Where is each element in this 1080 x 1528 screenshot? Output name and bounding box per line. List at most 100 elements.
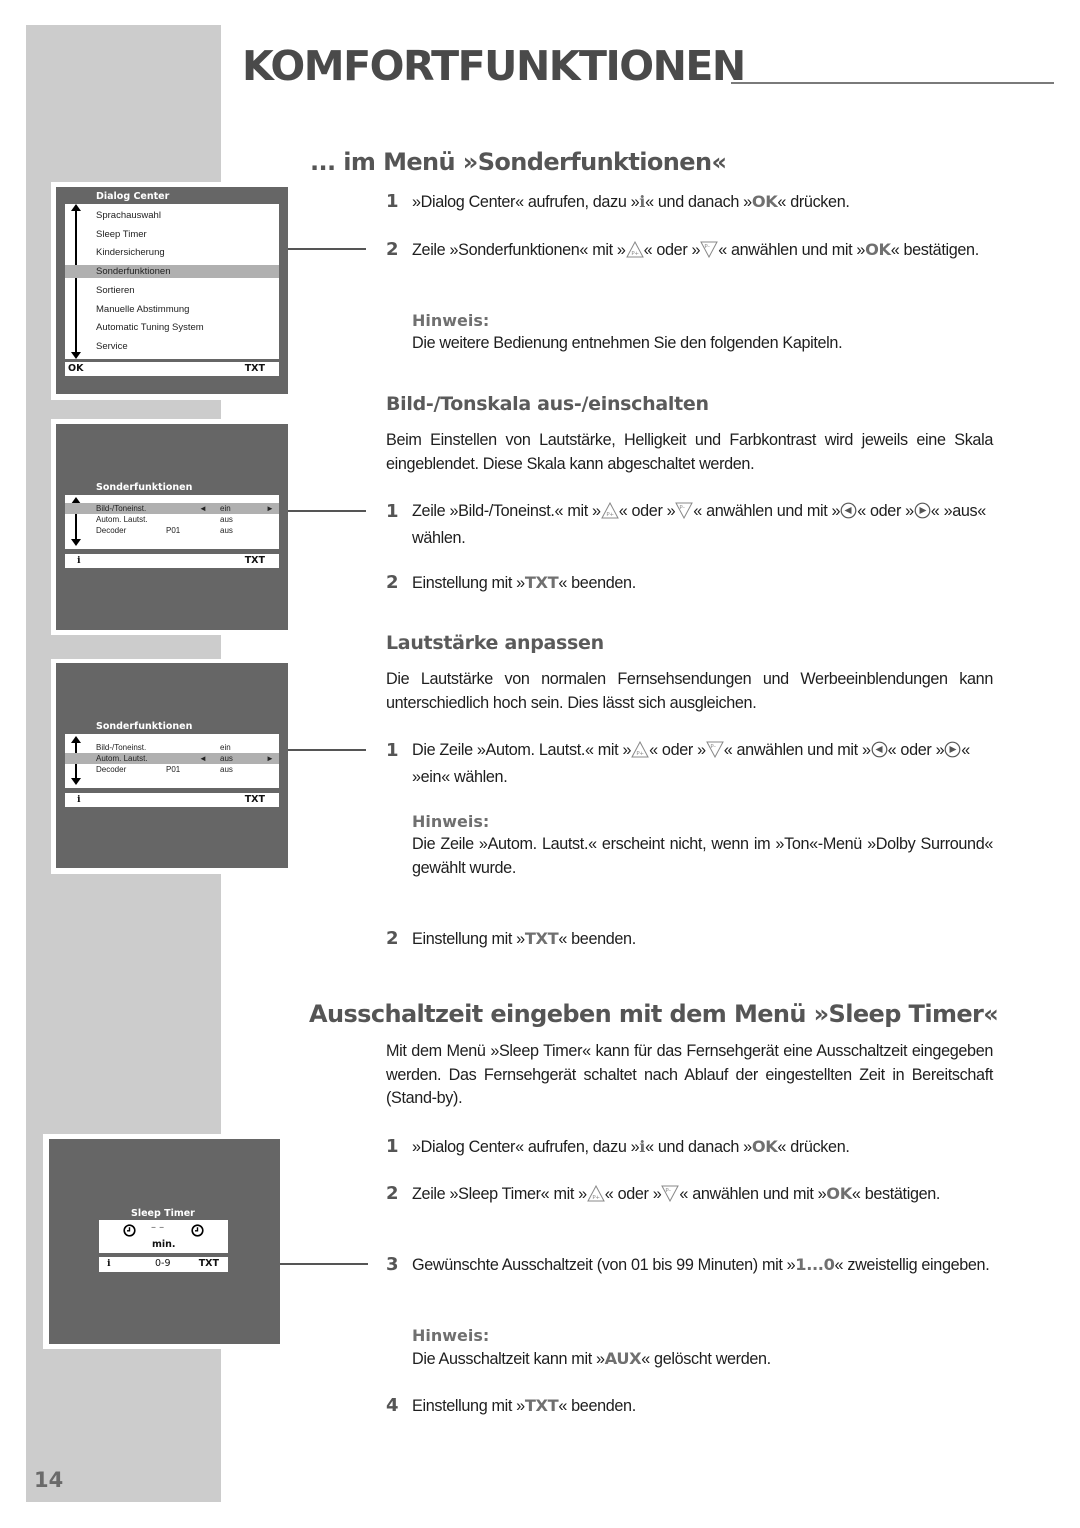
osd-footer: i TXT — [65, 793, 279, 807]
settings-row[interactable]: Bild-/Toneinst. ein — [65, 742, 279, 753]
p-minus-icon: P– — [705, 741, 724, 766]
menu-item-label: Kindersicherung — [96, 247, 165, 259]
svg-text:P+: P+ — [637, 751, 645, 757]
p-plus-icon: P+ — [625, 240, 644, 266]
settings-row[interactable]: Decoder P01 aus — [65, 525, 279, 536]
menu-item-label: Automatic Tuning System — [96, 322, 204, 334]
arrow-left-icon: ◄ — [199, 754, 207, 763]
page-title: KOMFORTFUNKTIONEN — [242, 42, 746, 90]
text-run: Zeile »Sonderfunktionen« mit » — [412, 241, 626, 259]
step-4: 4 Einstellung mit »TXT« beenden. — [386, 1394, 993, 1419]
tv-screen-sonder-1: Sonderfunktionen Bild-/Toneinst. ein ◄ ► Aut… — [56, 424, 288, 630]
settings-row[interactable]: Decoder P01 aus — [65, 764, 279, 775]
settings-row[interactable]: Autom. Lautst. aus — [65, 514, 279, 525]
menu-item[interactable]: Sprachauswahl — [65, 209, 279, 222]
menu-item[interactable]: Automatic Tuning System — [65, 321, 279, 334]
txt-key-label: TXT — [244, 363, 265, 374]
menu-item-label: Manuelle Abstimmung — [96, 303, 190, 315]
text-run: Einstellung mit » — [412, 574, 525, 592]
p-plus-icon: P+ — [600, 501, 619, 527]
step-text: »Dialog Center« aufrufen, dazu »i« und d… — [412, 190, 993, 215]
step-number: 1 — [386, 1136, 399, 1157]
menu-item-label: Sonderfunktionen — [96, 266, 171, 278]
section-heading-sleep-timer: Ausschaltzeit eingeben mit dem Menü »Sle… — [309, 1000, 999, 1028]
settings-row[interactable]: Bild-/Toneinst. ein ◄ ► — [65, 503, 279, 514]
osd-footer: i TXT — [65, 554, 279, 568]
clock-icon — [191, 1224, 204, 1237]
step-number: 3 — [386, 1254, 399, 1275]
menu-item[interactable]: Sonderfunktionen — [65, 265, 279, 279]
step-number: 1 — [386, 740, 399, 761]
menu-item-label: Sortieren — [96, 284, 135, 296]
osd-menu-panel: Bild-/Toneinst. ein ◄ ► Autom. Lautst. aus Dec… — [65, 495, 279, 549]
note-label: Hinweis: — [412, 1326, 490, 1345]
menu-item[interactable]: Sortieren — [65, 284, 279, 297]
sleep-timer-panel: – – min. — [99, 1220, 228, 1253]
info-key-label: i — [107, 1258, 111, 1269]
arrow-left-icon: ◄ — [199, 504, 207, 513]
setting-label: Autom. Lautst. — [96, 754, 148, 763]
step-2: 2 Zeile »Sonderfunktionen« mit » P+ « oder… — [386, 238, 993, 266]
step-text: Gewünschte Ausschaltzeit (von 01 bis 99 … — [412, 1253, 993, 1278]
sleep-timer-unit: min. — [152, 1239, 176, 1250]
text-run: « beenden. — [558, 930, 636, 948]
info-key-label: i — [77, 794, 81, 805]
p-minus-icon: P– — [700, 241, 719, 266]
setting-label: Bild-/Toneinst. — [96, 504, 147, 513]
setting-value: aus — [220, 526, 233, 535]
setting-value: ein — [220, 743, 231, 752]
text-run: « beenden. — [558, 1397, 636, 1415]
connector-line — [288, 749, 366, 751]
step-number: 1 — [386, 191, 399, 212]
p-plus-icon: P+ — [631, 740, 649, 766]
step-number: 1 — [386, 501, 399, 522]
section-heading-lautstaerke: Lautstärke anpassen — [386, 632, 604, 654]
osd-menu-panel: Bild-/Toneinst. ein Autom. Lautst. aus ◄ ► Dec… — [65, 734, 279, 788]
arrow-right-icon: ► — [266, 504, 274, 513]
section-heading-bild-tonskala: Bild-/Tonskala aus-/einschalten — [386, 393, 709, 415]
menu-item[interactable]: Manuelle Abstimmung — [65, 303, 279, 316]
p-minus-icon: P– — [675, 502, 694, 527]
setting-value: ein — [220, 504, 231, 513]
setting-label: Decoder — [96, 526, 127, 535]
step-2: 2 Einstellung mit »TXT« beenden. — [386, 571, 993, 596]
clock-icon — [123, 1224, 136, 1237]
menu-item[interactable]: Sleep Timer — [65, 228, 279, 241]
text-run: « anwählen und mit » — [693, 502, 841, 520]
menu-item[interactable]: Kindersicherung — [65, 246, 279, 259]
digit-range-label: 0-9 — [155, 1258, 171, 1269]
step-1: 1 Zeile »Bild-/Toneinst.« mit » P+ « oder … — [386, 500, 993, 550]
osd-title: Sonderfunktionen — [96, 721, 193, 732]
osd-footer: i 0-9 TXT — [99, 1257, 228, 1272]
text-run: « oder » — [887, 741, 945, 759]
text-run: « oder » — [604, 1185, 662, 1203]
note-text: Die Zeile »Autom. Lautst.« erscheint nic… — [412, 835, 993, 877]
settings-row[interactable]: Autom. Lautst. aus ◄ ► — [65, 753, 279, 764]
text-run: Gewünschte Ausschaltzeit (von 01 bis 99 … — [412, 1256, 796, 1274]
section-heading-sonderfunktionen: ... im Menü »Sonderfunktionen« — [310, 148, 727, 176]
txt-key-label: TXT — [244, 794, 265, 805]
menu-item-label: Sprachauswahl — [96, 210, 161, 221]
svg-text:P–: P– — [666, 1188, 672, 1194]
key-ok: OK — [826, 1184, 852, 1203]
menu-item[interactable]: Service — [65, 340, 279, 353]
svg-text:P–: P– — [680, 505, 686, 511]
osd-title: Dialog Center — [96, 191, 170, 202]
menu-item-label: Service — [96, 340, 128, 352]
note-label: Hinweis: — [412, 311, 490, 330]
setting-value: aus — [220, 754, 233, 763]
key-txt: TXT — [524, 1396, 559, 1415]
tv-screen-sleep-timer: Sleep Timer – – min. i 0-9 TXT — [49, 1139, 280, 1344]
text-run: « oder » — [643, 241, 701, 259]
menu-item-label: Sleep Timer — [96, 228, 147, 240]
connector-line — [280, 1263, 368, 1265]
text-run: Die Zeile »Autom. Lautst.« mit » — [412, 741, 632, 759]
text-run: « bestätigen. — [890, 241, 980, 259]
left-button-icon — [840, 502, 857, 527]
step-text: Zeile »Sleep Timer« mit » P+ « oder » P– « a… — [412, 1182, 993, 1210]
left-button-icon — [871, 741, 888, 766]
svg-text:P+: P+ — [631, 251, 639, 257]
text-run: »Dialog Center« aufrufen, dazu » — [412, 193, 640, 211]
setting-extra: P01 — [166, 526, 181, 535]
osd-title: Sleep Timer — [131, 1208, 195, 1219]
